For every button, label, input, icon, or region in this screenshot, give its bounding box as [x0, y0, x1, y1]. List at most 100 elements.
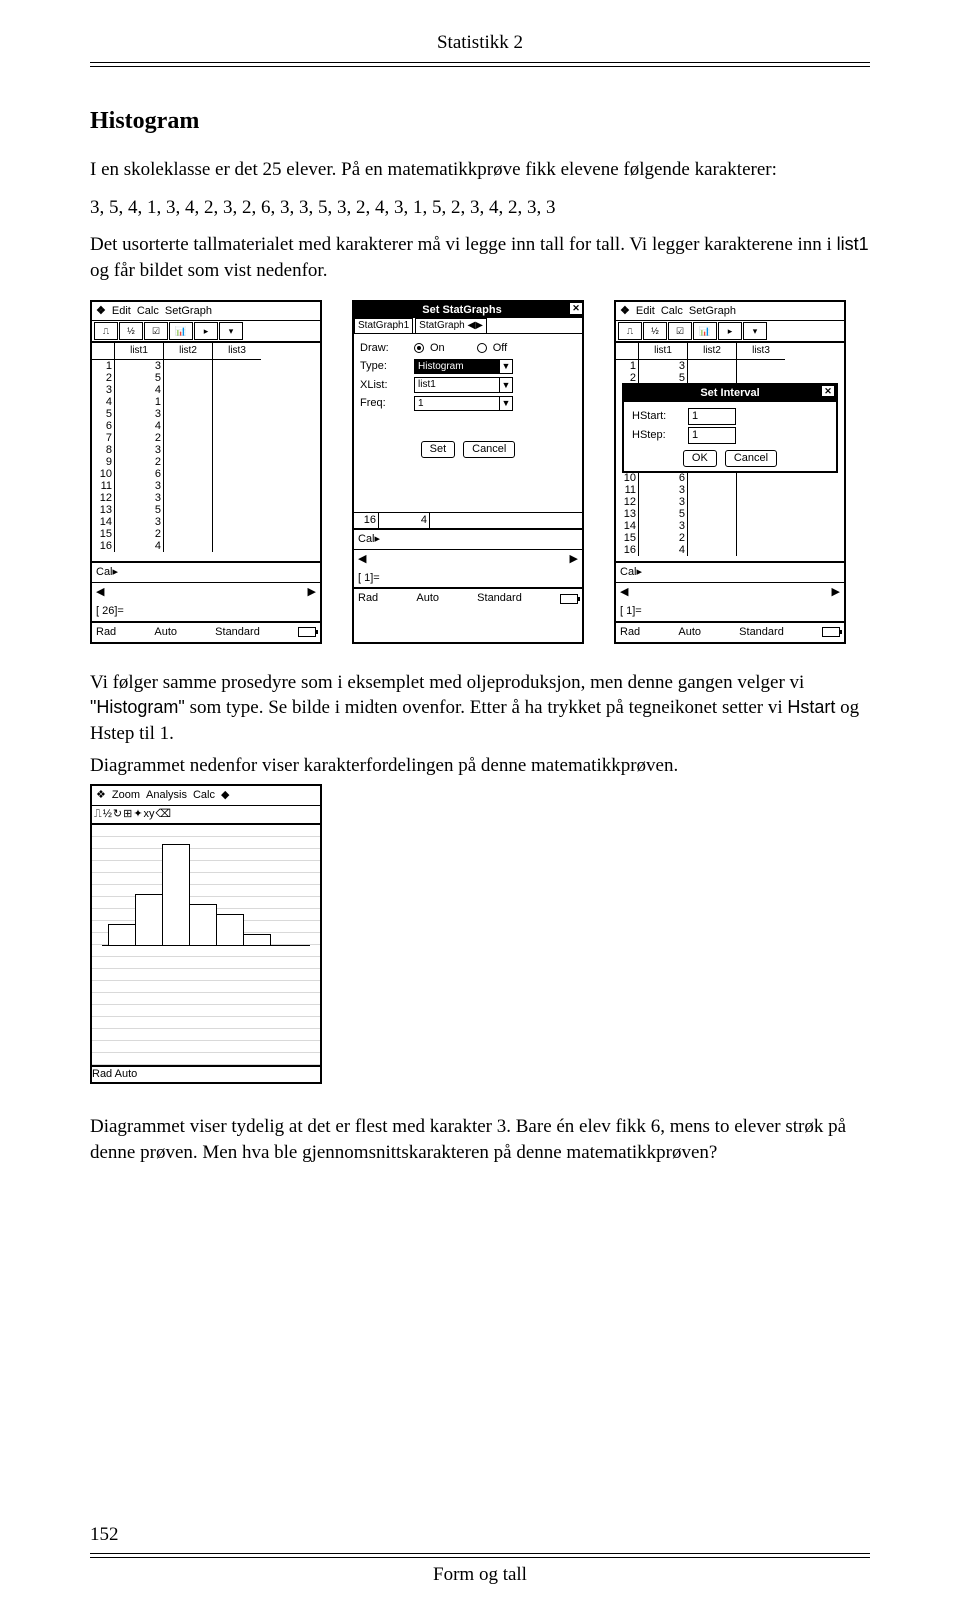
cal-label: Cal▸ — [616, 563, 844, 582]
menu-edit[interactable]: Edit — [636, 304, 655, 319]
menu-calc[interactable]: Calc — [661, 304, 683, 319]
histogram-bar — [189, 904, 217, 945]
toolbar-btn[interactable]: ▸ — [718, 322, 742, 340]
radio-on[interactable] — [414, 343, 424, 353]
histogram-bar — [162, 844, 190, 945]
input-line[interactable]: [ 1]= — [616, 602, 844, 621]
scroll-right-icon[interactable]: ▶ — [832, 585, 840, 600]
toolbar-btn[interactable]: xy — [144, 807, 155, 822]
freq-label: Freq: — [360, 396, 408, 411]
xlist-label: XList: — [360, 378, 408, 393]
tab-statgraph[interactable]: StatGraph ◀▶ — [415, 318, 487, 333]
footer-rule — [90, 1553, 870, 1558]
hstart-label: HStart: — [632, 409, 682, 424]
set-button[interactable]: Set — [421, 441, 456, 458]
menu-zoom[interactable]: Zoom — [112, 788, 140, 803]
header-rule — [90, 62, 870, 67]
calc-screenshot-interval: ❖ Edit Calc SetGraph ⎍ ½ ☑ 📊 ▸ ▾ 1 2 — [614, 300, 846, 644]
type-label: Type: — [360, 359, 408, 374]
toolbar-btn[interactable]: ½ — [643, 322, 667, 340]
chevron-down-icon[interactable]: ❖ — [96, 788, 106, 803]
spreadsheet-body: 1 2 10 11 12 13 14 15 16 list1 3 — [616, 343, 844, 563]
battery-icon — [298, 627, 316, 637]
toolbar-btn[interactable]: ⎍ — [94, 322, 118, 340]
input-line[interactable]: [ 26]= — [92, 602, 320, 621]
grades-list: 3, 5, 4, 1, 3, 4, 2, 3, 2, 6, 3, 3, 5, 3… — [90, 195, 870, 221]
col-list3[interactable]: list3 — [213, 343, 261, 360]
menu-setgraph[interactable]: SetGraph — [165, 304, 212, 319]
toolbar-btn[interactable]: ⊞ — [123, 807, 132, 822]
hstep-label: HStep: — [632, 428, 682, 443]
toolbar-btn[interactable]: ⎍ — [618, 322, 642, 340]
menu-setgraph[interactable]: SetGraph — [689, 304, 736, 319]
toolbar-btn[interactable]: ✦ — [133, 807, 142, 822]
battery-icon — [822, 627, 840, 637]
toolbar-btn[interactable]: 📊 — [169, 322, 193, 340]
input-line[interactable]: [ 1]= — [354, 569, 582, 588]
toolbar-btn[interactable]: ⌫ — [156, 807, 172, 822]
toolbar-btn[interactable]: ▾ — [743, 322, 767, 340]
page-header: Statistikk 2 — [90, 30, 870, 56]
toolbar-btn[interactable]: ▾ — [219, 322, 243, 340]
close-icon[interactable]: ✕ — [570, 303, 582, 314]
screenshots-row: ❖ Edit Calc SetGraph ⎍ ½ ☑ 📊 ▸ ▾ 1 2 — [90, 300, 870, 644]
scroll-right-icon[interactable]: ▶ — [308, 585, 316, 600]
menu-calc[interactable]: Calc — [137, 304, 159, 319]
cal-label: Cal▸ — [354, 530, 582, 549]
hstart-input[interactable]: 1 — [688, 408, 736, 425]
cancel-button[interactable]: Cancel — [463, 441, 515, 458]
scroll-right-icon[interactable]: ▶ — [570, 552, 578, 567]
scroll-left-icon[interactable]: ◀ — [96, 585, 104, 600]
p2a-text: Det usorterte tallmaterialet med karakte… — [90, 234, 837, 255]
histogram-bar — [135, 894, 163, 945]
toolbar-btn[interactable]: ☑ — [668, 322, 692, 340]
chevron-down-icon[interactable]: ❖ — [96, 304, 106, 319]
radio-off[interactable] — [477, 343, 487, 353]
toolbar-btn[interactable]: ⎍ — [94, 807, 102, 822]
draw-label: Draw: — [360, 341, 408, 356]
toolbar-btn[interactable]: 📊 — [693, 322, 717, 340]
hstep-input[interactable]: 1 — [688, 427, 736, 444]
spreadsheet-body: 1 2 3 4 5 6 7 8 9 10 11 12 13 14 — [92, 343, 320, 563]
footer-text: Form og tall — [90, 1562, 870, 1588]
paragraph-intro: I en skoleklasse er det 25 elever. På en… — [90, 157, 870, 183]
paragraph-conclusion: Diagrammet viser tydelig at det er flest… — [90, 1114, 870, 1165]
toolbar-btn[interactable]: ½ — [119, 322, 143, 340]
close-icon[interactable]: ✕ — [822, 386, 834, 396]
toolbar-btn[interactable]: ▸ — [194, 322, 218, 340]
menu-diamond-icon[interactable]: ◆ — [221, 788, 229, 803]
histogram-plot — [92, 825, 320, 1067]
xlist-select[interactable]: list1▼ — [414, 377, 513, 393]
scroll-left-icon[interactable]: ◀ — [358, 552, 366, 567]
histogram-screenshot: ❖ Zoom Analysis Calc ◆ ⎍ ½ ↻ ⊞ ✦ xy ⌫ Ra… — [90, 784, 322, 1084]
menu-calc[interactable]: Calc — [193, 788, 215, 803]
toolbar-btn[interactable]: ½ — [103, 807, 112, 822]
histogram-bar — [243, 934, 271, 945]
histogram-bar — [216, 914, 244, 945]
menu-analysis[interactable]: Analysis — [146, 788, 187, 803]
p2b-text: og får bildet som vist nedenfor. — [90, 260, 327, 281]
col-list1[interactable]: list1 — [115, 343, 163, 360]
tab-statgraph1[interactable]: StatGraph1 — [354, 318, 413, 333]
cal-label: Cal▸ — [92, 563, 320, 582]
type-select[interactable]: Histogram▼ — [414, 359, 513, 375]
menu-edit[interactable]: Edit — [112, 304, 131, 319]
battery-icon — [560, 594, 578, 604]
dialog-title: Set StatGraphs ✕ — [354, 302, 582, 319]
paragraph-diagram-intro: Diagrammet nedenfor viser karakterfordel… — [90, 753, 870, 779]
ok-button[interactable]: OK — [683, 450, 717, 467]
paragraph-procedure: Vi følger samme prosedyre som i eksemple… — [90, 670, 870, 747]
set-interval-dialog: Set Interval ✕ HStart: 1 HStep: 1 — [622, 383, 838, 472]
section-title: Histogram — [90, 105, 870, 137]
paragraph-method: Det usorterte tallmaterialet med karakte… — [90, 232, 870, 283]
calc-screenshot-dialog: Set StatGraphs ✕ StatGraph1 StatGraph ◀▶… — [352, 300, 584, 644]
chevron-down-icon[interactable]: ❖ — [620, 304, 630, 319]
toolbar-btn[interactable]: ☑ — [144, 322, 168, 340]
cancel-button[interactable]: Cancel — [725, 450, 777, 467]
calc-screenshot-spreadsheet: ❖ Edit Calc SetGraph ⎍ ½ ☑ 📊 ▸ ▾ 1 2 — [90, 300, 322, 644]
col-list2[interactable]: list2 — [164, 343, 212, 360]
scroll-left-icon[interactable]: ◀ — [620, 585, 628, 600]
freq-select[interactable]: 1▼ — [414, 396, 513, 412]
toolbar-btn[interactable]: ↻ — [113, 807, 122, 822]
page-number: 152 — [90, 1522, 870, 1548]
